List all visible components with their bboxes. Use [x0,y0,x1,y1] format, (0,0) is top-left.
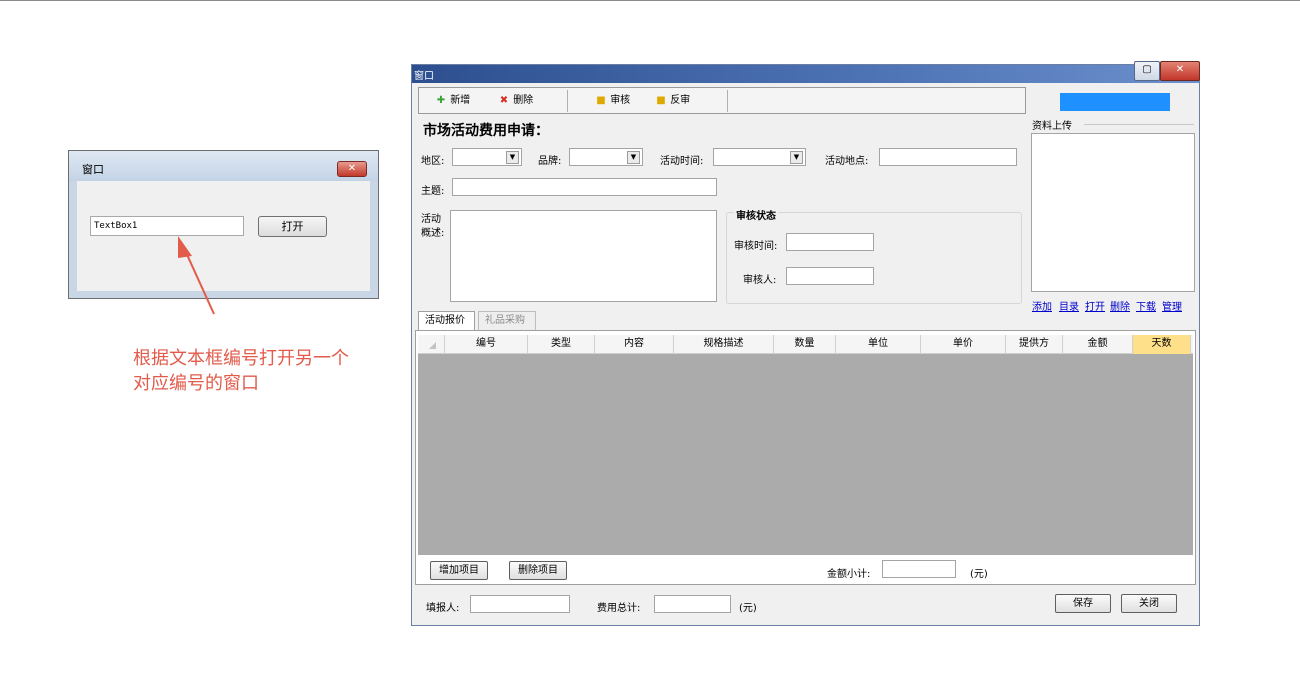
small-window-titlebar[interactable]: 窗口 ✕ [69,151,378,181]
textbox1-input[interactable]: TextBox1 [90,216,244,236]
chevron-down-icon[interactable]: ▼ [627,151,640,164]
desc-label-2: 概述: [421,228,445,239]
col-type[interactable]: 类型 [528,335,595,354]
delete-label: 删除 [513,95,534,106]
annotation-line-1: 根据文本框编号打开另一个 [133,348,349,369]
tab-quote[interactable]: 活动报价 [418,311,475,330]
upload-list[interactable] [1031,133,1195,292]
total-label: 费用总计: [597,603,641,614]
toolbar-separator [567,90,568,112]
audit-button[interactable]: ■ 审核 [595,94,630,108]
data-grid[interactable]: 编号 类型 内容 规格描述 数量 单位 单价 提供方 金额 天数 [418,335,1193,555]
small-window-client: TextBox1 打开 [77,181,370,291]
total-input[interactable] [654,595,731,613]
subtotal-unit: (元) [970,569,988,580]
small-window-close-button[interactable]: ✕ [337,161,367,177]
grid-corner[interactable] [418,335,445,354]
time-label: 活动时间: [660,156,704,167]
col-unit[interactable]: 单位 [836,335,921,354]
total-unit: (元) [739,603,757,614]
x-icon: ✖ [499,95,509,106]
audit-group-title: 审核状态 [734,207,778,222]
progress-bar [1060,93,1170,111]
desc-label-1: 活动 [421,214,441,225]
col-spec[interactable]: 规格描述 [674,335,774,354]
annotation-line-2: 对应编号的窗口 [133,373,259,394]
annotation-note: 根据文本框编号打开另一个 对应编号的窗口 [133,346,393,396]
place-input[interactable] [879,148,1017,166]
chevron-down-icon[interactable]: ▼ [506,151,519,164]
reporter-label: 填报人: [426,603,460,614]
col-id[interactable]: 编号 [445,335,528,354]
save-button[interactable]: 保存 [1055,594,1111,613]
brand-label: 品牌: [538,156,562,167]
new-label: 新增 [450,95,471,106]
col-qty[interactable]: 数量 [774,335,836,354]
audit-person-input[interactable] [786,267,874,285]
col-price[interactable]: 单价 [921,335,1006,354]
new-button[interactable]: ✚ 新增 [435,94,470,108]
small-window: 窗口 ✕ TextBox1 打开 [68,150,379,299]
subtotal-label: 金额小计: [827,569,871,580]
audit-group [726,212,1022,304]
unlock-icon: ■ [656,95,666,106]
add-item-button[interactable]: 增加项目 [430,561,488,580]
plus-icon: ✚ [436,95,446,106]
delete-button[interactable]: ✖ 删除 [498,94,533,108]
main-window-title: 窗口 [414,71,434,82]
audit-time-input[interactable] [786,233,874,251]
col-amount[interactable]: 金额 [1063,335,1133,354]
annotation-arrow [178,236,215,315]
region-select[interactable]: ▼ [452,148,522,166]
brand-select[interactable]: ▼ [569,148,643,166]
subtotal-input[interactable] [882,560,956,578]
lock-icon: ■ [596,95,606,106]
audit-time-label: 审核时间: [734,241,778,252]
unaudit-button[interactable]: ■ 反审 [655,94,690,108]
top-divider [0,0,1300,1]
chevron-down-icon[interactable]: ▼ [790,151,803,164]
subject-label: 主题: [421,186,445,197]
region-label: 地区: [421,156,445,167]
tab-gift[interactable]: 礼品采购 [478,311,536,330]
toolbar: ✚ 新增 ✖ 删除 ■ 审核 ■ 反审 [418,87,1026,114]
audit-label: 审核 [610,95,631,106]
toolbar-separator [727,90,728,112]
upload-divider [1084,124,1194,125]
desc-textarea[interactable] [450,210,717,302]
maximize-button[interactable]: ▢ [1134,61,1160,81]
place-label: 活动地点: [825,156,869,167]
small-window-title: 窗口 [82,163,104,176]
delete-item-button[interactable]: 删除项目 [509,561,567,580]
open-button[interactable]: 打开 [258,216,327,237]
col-provider[interactable]: 提供方 [1006,335,1063,354]
close-button[interactable]: 关闭 [1121,594,1177,613]
main-window: 窗口 ▢ ✕ ✚ 新增 ✖ 删除 ■ 审核 ■ 反审 市场活动费用申请： 地区:… [411,61,1200,626]
subject-input[interactable] [452,178,717,196]
col-content[interactable]: 内容 [595,335,674,354]
upload-label: 资料上传 [1032,121,1072,132]
form-title: 市场活动费用申请： [423,123,549,139]
audit-person-label: 审核人: [743,275,777,286]
tab-strip: 活动报价 礼品采购 [418,311,1192,331]
grid-header: 编号 类型 内容 规格描述 数量 单位 单价 提供方 金额 天数 [418,335,1193,354]
main-window-titlebar[interactable]: 窗口 [412,65,1199,83]
unaudit-label: 反审 [670,95,691,106]
col-days[interactable]: 天数 [1133,335,1191,354]
main-window-close-button[interactable]: ✕ [1160,61,1200,81]
reporter-input[interactable] [470,595,570,613]
time-select[interactable]: ▼ [713,148,806,166]
